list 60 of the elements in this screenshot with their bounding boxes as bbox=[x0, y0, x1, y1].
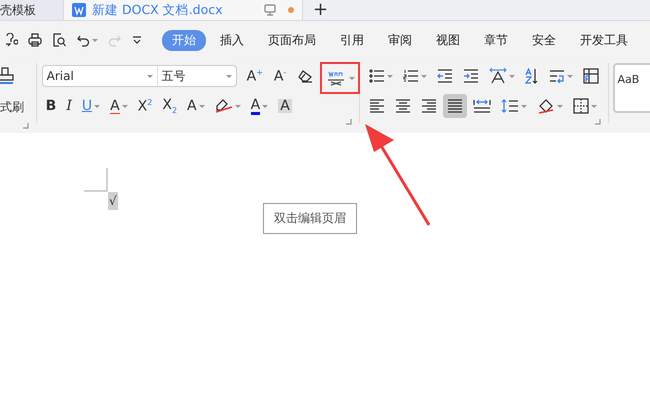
justify-icon bbox=[446, 99, 463, 113]
menu-tab[interactable]: 审阅 bbox=[378, 30, 422, 50]
selected-text: √ bbox=[108, 192, 118, 210]
word-doc-icon bbox=[72, 3, 86, 17]
strikethrough-button[interactable]: A bbox=[106, 94, 132, 118]
superscript-button[interactable]: X$^{2}$ bbox=[134, 94, 156, 118]
increase-indent-icon bbox=[462, 69, 479, 83]
distributed-icon bbox=[472, 99, 491, 113]
menu-tab[interactable]: 插入 bbox=[210, 30, 254, 50]
menu-tab[interactable]: 视图 bbox=[426, 30, 470, 50]
font-size-dropdown[interactable]: 五号 bbox=[158, 66, 236, 86]
shrink-font-button[interactable]: A$^{-}$ bbox=[270, 64, 290, 88]
text-direction-icon bbox=[488, 68, 507, 84]
print-icon[interactable] bbox=[28, 33, 42, 47]
style-preview[interactable]: AaB bbox=[613, 63, 650, 113]
font-name-dropdown[interactable]: Arial bbox=[42, 66, 158, 86]
caret-icon bbox=[226, 74, 232, 78]
sort-icon bbox=[524, 68, 539, 84]
undo-icon[interactable] bbox=[76, 33, 90, 47]
char-shading-button[interactable]: A bbox=[274, 94, 296, 118]
caret-icon bbox=[146, 74, 153, 78]
header-hint-label[interactable]: 双击编辑页眉 bbox=[263, 203, 357, 234]
document-tab[interactable]: 新建 DOCX 文档.docx bbox=[64, 0, 303, 20]
align-right-icon bbox=[420, 99, 437, 113]
numbered-list-icon bbox=[402, 69, 419, 83]
document-tab[interactable]: 壳模板 bbox=[0, 0, 64, 20]
eraser-icon bbox=[297, 69, 314, 83]
line-spacing-icon bbox=[500, 99, 519, 113]
new-tab-button[interactable]: + bbox=[303, 0, 328, 20]
decrease-indent-icon bbox=[436, 69, 453, 83]
menu-tab[interactable]: 页面布局 bbox=[258, 30, 326, 50]
align-center-icon bbox=[394, 99, 411, 113]
format-painter-label[interactable]: 式刷 bbox=[0, 99, 24, 116]
line-break-icon bbox=[548, 69, 565, 83]
menu-tab[interactable]: 开发工具 bbox=[570, 30, 638, 50]
bullet-list-icon bbox=[368, 69, 385, 83]
italic-button[interactable]: I bbox=[62, 94, 76, 118]
highlighter-icon bbox=[214, 98, 233, 114]
menu-tab[interactable]: 引用 bbox=[330, 30, 374, 50]
menu-tab[interactable]: 章节 bbox=[474, 30, 518, 50]
monitor-icon[interactable] bbox=[264, 4, 276, 16]
caret-icon bbox=[92, 38, 98, 42]
justify-button[interactable] bbox=[442, 94, 467, 118]
print-preview-icon[interactable] bbox=[52, 33, 66, 47]
text-effect-button[interactable]: A bbox=[183, 94, 209, 118]
align-left-icon bbox=[368, 99, 385, 113]
grow-font-button[interactable]: A$^{+}$ bbox=[242, 64, 267, 88]
menu-tab[interactable]: 安全 bbox=[522, 30, 566, 50]
bold-button[interactable]: B bbox=[42, 94, 60, 118]
table-insert-icon bbox=[582, 68, 599, 84]
group-expand-icon[interactable] bbox=[346, 119, 352, 125]
shading-bucket-icon bbox=[536, 98, 555, 114]
borders-icon bbox=[572, 98, 589, 114]
margin-corner-mark bbox=[84, 168, 108, 192]
group-expand-icon[interactable] bbox=[22, 123, 29, 129]
pinyin-guide-button[interactable] bbox=[320, 62, 360, 94]
subscript-button[interactable]: X$_{2}$ bbox=[158, 94, 182, 118]
group-expand-icon[interactable] bbox=[594, 119, 601, 125]
more-dropdown-icon[interactable] bbox=[132, 36, 142, 44]
font-color-button[interactable]: A bbox=[246, 94, 272, 118]
